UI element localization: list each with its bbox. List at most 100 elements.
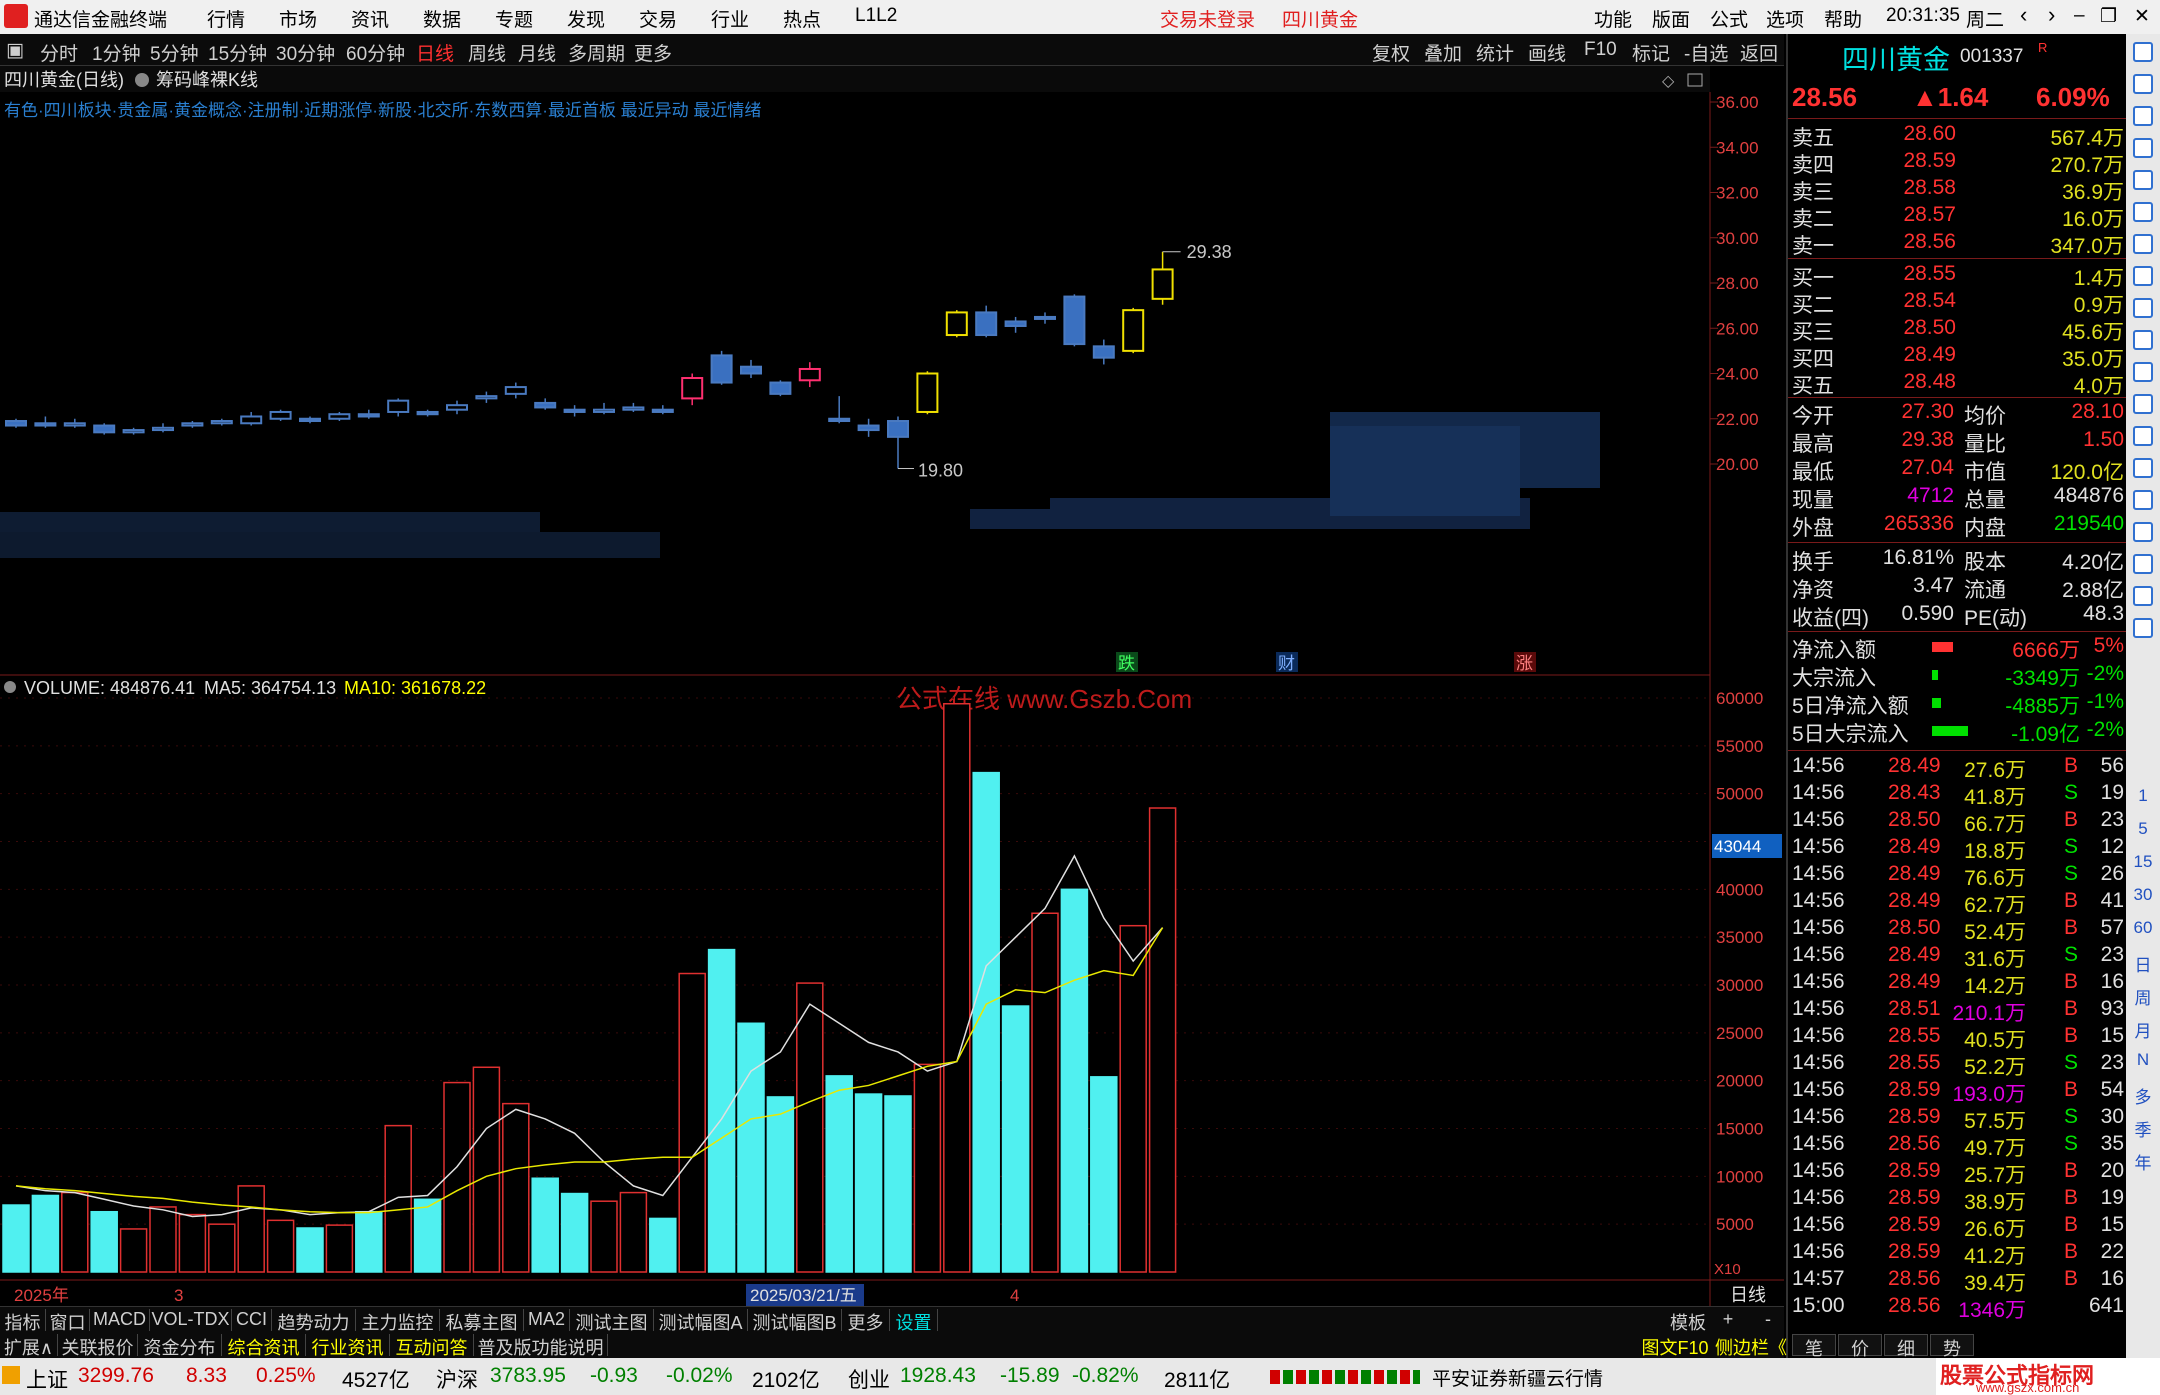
tick-row[interactable]: 14:56 28.55 40.5万 B 15 bbox=[1792, 1024, 2126, 1052]
bottomtabs2-tab-2[interactable]: 资金分布 bbox=[138, 1334, 222, 1356]
chart-icon[interactable] bbox=[2133, 234, 2153, 254]
bottomtabs2-tab-0[interactable]: 扩展∧ bbox=[0, 1334, 58, 1356]
fund-row[interactable]: 净资 3.47 流通 2.88亿 bbox=[1792, 574, 2126, 602]
remove-watchlist-button[interactable]: -自选 bbox=[1684, 39, 1728, 66]
menu-item-l1l2[interactable]: L1L2 bbox=[855, 5, 897, 27]
ask-row[interactable]: 卖三 28.58 36.9万 bbox=[1792, 176, 2126, 204]
tick-row[interactable]: 14:56 28.59 41.2万 B 22 bbox=[1792, 1240, 2126, 1268]
fund-row[interactable]: 换手 16.81% 股本 4.20亿 bbox=[1792, 546, 2126, 574]
volume-toggle-icon[interactable] bbox=[4, 681, 16, 693]
up-down-icon[interactable] bbox=[2133, 106, 2153, 126]
flow-row[interactable]: 净流入额 6666万 5% bbox=[1792, 634, 2126, 662]
circle-icon[interactable] bbox=[2133, 426, 2153, 446]
flow-row[interactable]: 大宗流入 -3349万 -2% bbox=[1792, 662, 2126, 690]
bottomtabs2-tab-5[interactable]: 互动问答 bbox=[390, 1334, 474, 1356]
f12-icon[interactable] bbox=[2133, 394, 2153, 414]
tick-row[interactable]: 14:56 28.49 27.6万 B 56 bbox=[1792, 754, 2126, 782]
ask-row[interactable]: 卖五 28.60 567.4万 bbox=[1792, 122, 2126, 150]
tick-row[interactable]: 14:56 28.59 25.7万 B 20 bbox=[1792, 1159, 2126, 1187]
tick-row[interactable]: 14:56 28.49 31.6万 S 23 bbox=[1792, 943, 2126, 971]
tick-row[interactable]: 14:56 28.49 76.6万 S 26 bbox=[1792, 862, 2126, 890]
bottomtabs-tab-10[interactable]: 测试幅图A bbox=[654, 1309, 748, 1331]
bottomtabs-tab-9[interactable]: 测试主图 bbox=[570, 1309, 654, 1331]
back-button[interactable]: 返回 bbox=[1740, 39, 1778, 66]
period-1min[interactable]: 1分钟 bbox=[92, 39, 141, 66]
rightbar-period-7[interactable]: 月 bbox=[2126, 1017, 2160, 1042]
menu-item-trade[interactable]: 交易 bbox=[639, 5, 677, 32]
bottomtabs-tab-1[interactable]: 窗口 bbox=[46, 1309, 90, 1331]
forward-arrow-icon[interactable]: › bbox=[2048, 2, 2055, 28]
tick-row[interactable]: 14:57 28.56 39.4万 B 16 bbox=[1792, 1267, 2126, 1295]
sz-index-label[interactable]: 沪深 bbox=[436, 1364, 478, 1394]
tick-row[interactable]: 14:56 28.59 26.6万 B 15 bbox=[1792, 1213, 2126, 1241]
menu-item-function[interactable]: 功能 bbox=[1594, 5, 1632, 32]
f10-icon[interactable] bbox=[2133, 330, 2153, 350]
bottomtabs-tab-6[interactable]: 主力监控 bbox=[356, 1309, 440, 1331]
flow-row[interactable]: 5日净流入额 -4885万 -1% bbox=[1792, 690, 2126, 718]
down-arrow-icon[interactable] bbox=[2133, 138, 2153, 158]
tick-row[interactable]: 14:56 28.49 62.7万 B 41 bbox=[1792, 889, 2126, 917]
note-icon[interactable] bbox=[2133, 298, 2153, 318]
fund-row[interactable]: 收益(四) 0.590 PE(动) 48.3 bbox=[1792, 602, 2126, 630]
stat-row[interactable]: 最低 27.04 市值 120.0亿 bbox=[1792, 456, 2126, 484]
bottomtabs-tab-8[interactable]: MA2 bbox=[524, 1309, 570, 1331]
diamond-icon[interactable]: ◇ bbox=[1662, 73, 1675, 90]
restore-icon[interactable]: ❐ bbox=[2100, 5, 2117, 28]
side-tab-0[interactable]: 笔 bbox=[1792, 1334, 1836, 1359]
menu-item-industry[interactable]: 行业 bbox=[711, 5, 749, 32]
period-weekly[interactable]: 周线 bbox=[468, 39, 506, 66]
tick-row[interactable]: 14:56 28.50 66.7万 B 23 bbox=[1792, 808, 2126, 836]
tick-row[interactable]: 14:56 28.51 210.1万 B 93 bbox=[1792, 997, 2126, 1025]
bottomtabs-tab-11[interactable]: 测试幅图B bbox=[748, 1309, 842, 1331]
period-daily[interactable]: 日线 bbox=[416, 39, 454, 66]
panel-toggle-icon[interactable]: ▣ bbox=[6, 39, 24, 62]
table-icon[interactable] bbox=[2133, 362, 2153, 382]
menu-item-topics[interactable]: 专题 bbox=[495, 5, 533, 32]
grid-icon[interactable] bbox=[2133, 202, 2153, 222]
export-icon[interactable] bbox=[2133, 618, 2153, 638]
bottomtabs-right-1[interactable]: + bbox=[1708, 1309, 1748, 1330]
restore-rights-button[interactable]: 复权 bbox=[1372, 39, 1410, 66]
move-icon[interactable] bbox=[2133, 522, 2153, 542]
period-monthly[interactable]: 月线 bbox=[518, 39, 556, 66]
pulse-icon[interactable] bbox=[2133, 458, 2153, 478]
rightbar-period-1[interactable]: 5 bbox=[2126, 819, 2160, 839]
rightbar-period-5[interactable]: 日 bbox=[2126, 951, 2160, 976]
menu-item-options[interactable]: 选项 bbox=[1766, 5, 1804, 32]
f10-button[interactable]: F10 bbox=[1584, 39, 1617, 61]
close-icon[interactable]: ✕ bbox=[2134, 5, 2150, 28]
side-tab-3[interactable]: 势 bbox=[1930, 1334, 1974, 1359]
bottomtabs-tab-5[interactable]: 趋势动力 bbox=[272, 1309, 356, 1331]
menu-item-formula[interactable]: 公式 bbox=[1710, 5, 1748, 32]
sh-index-label[interactable]: 上证 bbox=[26, 1364, 68, 1394]
bottomtabs2-tab-3[interactable]: 综合资讯 bbox=[222, 1334, 306, 1356]
candle-icon[interactable] bbox=[2133, 266, 2153, 286]
stat-row[interactable]: 外盘 265336 内盘 219540 bbox=[1792, 512, 2126, 540]
kline-chart-svg[interactable]: 四川黄金(日线) 筹码峰裸K线 ◇ 有色·四川板块·贵金属·黄金概念·注册制·近… bbox=[0, 66, 1784, 1310]
bottomtabs-tab-13[interactable]: 设置 bbox=[890, 1309, 938, 1331]
minimize-icon[interactable]: – bbox=[2074, 5, 2085, 27]
menu-item-news[interactable]: 资讯 bbox=[351, 5, 389, 32]
exit-icon[interactable] bbox=[2133, 42, 2153, 62]
bottomtabs-tab-12[interactable]: 更多 bbox=[842, 1309, 890, 1331]
rightbar-period-8[interactable]: N bbox=[2126, 1050, 2160, 1070]
rightbar-period-6[interactable]: 周 bbox=[2126, 984, 2160, 1009]
back-arrow-icon[interactable]: ‹ bbox=[2020, 2, 2027, 28]
fs-icon[interactable] bbox=[2133, 586, 2153, 606]
bid-row[interactable]: 买四 28.49 35.0万 bbox=[1792, 343, 2126, 371]
mark-finance[interactable]: 财 bbox=[1278, 654, 1295, 673]
bottomtabs2-tab-6[interactable]: 普及版功能说明 bbox=[474, 1334, 608, 1356]
statistics-button[interactable]: 统计 bbox=[1476, 39, 1514, 66]
tick-row[interactable]: 14:56 28.59 38.9万 B 19 bbox=[1792, 1186, 2126, 1214]
bid-row[interactable]: 买三 28.50 45.6万 bbox=[1792, 316, 2126, 344]
rightbar-period-11[interactable]: 年 bbox=[2126, 1149, 2160, 1174]
bottomtabs-tab-0[interactable]: 指标 bbox=[0, 1309, 46, 1331]
period-multi[interactable]: 多周期 bbox=[568, 39, 625, 66]
rightbar-period-0[interactable]: 1 bbox=[2126, 786, 2160, 806]
tick-row[interactable]: 14:56 28.50 52.4万 B 57 bbox=[1792, 916, 2126, 944]
bottomtabs-tab-3[interactable]: VOL-TDX bbox=[150, 1309, 232, 1331]
overlay-button[interactable]: 叠加 bbox=[1424, 39, 1462, 66]
side-tab-2[interactable]: 细 bbox=[1884, 1334, 1928, 1359]
up-arrow-icon[interactable] bbox=[2133, 74, 2153, 94]
bottomtabs2-tab-1[interactable]: 关联报价 bbox=[58, 1334, 138, 1356]
